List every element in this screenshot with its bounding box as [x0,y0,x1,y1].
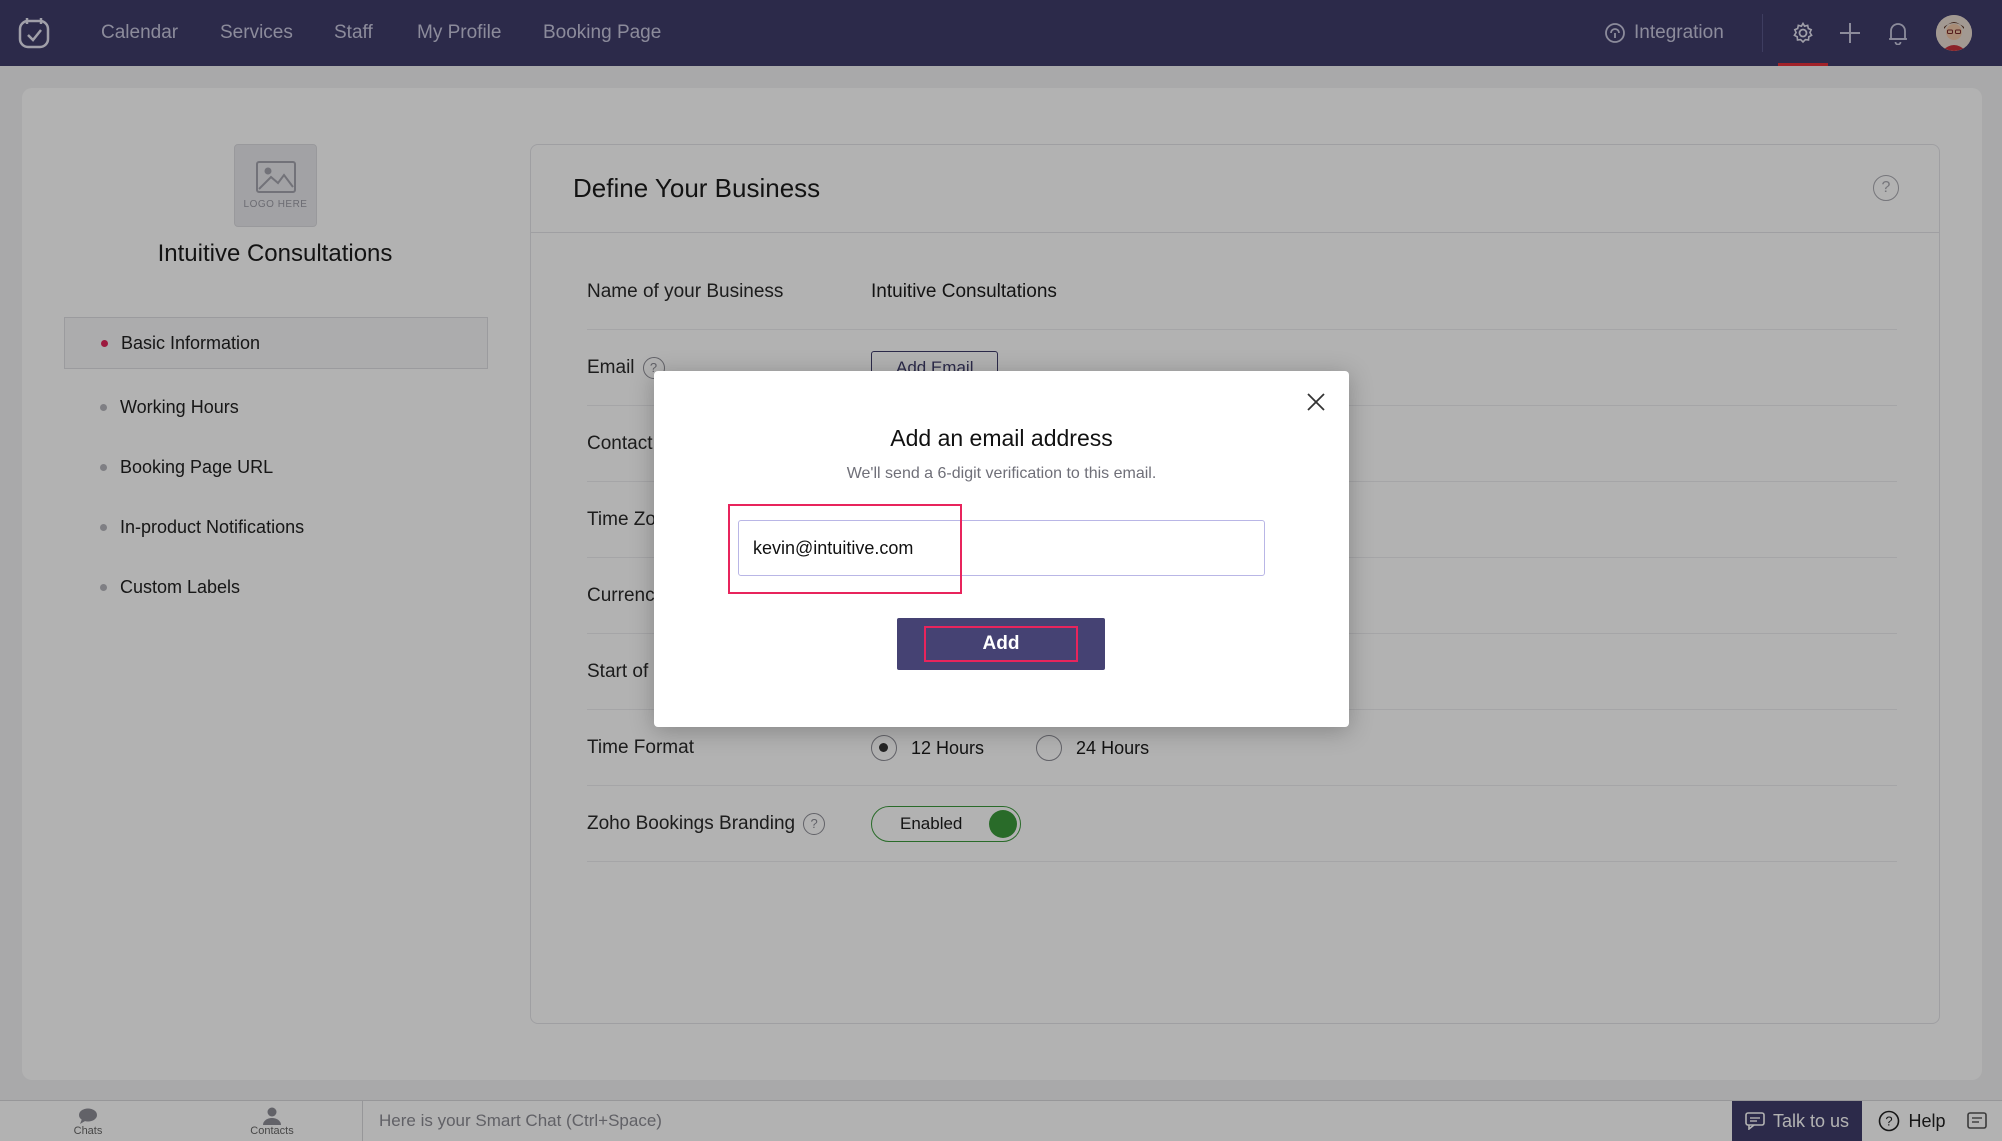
email-input[interactable] [738,520,1265,576]
add-email-dialog: Add an email address We'll send a 6-digi… [654,371,1349,727]
dialog-subtitle: We'll send a 6-digit verification to thi… [846,465,1157,482]
add-button[interactable]: Add [897,618,1105,670]
close-icon [1307,393,1325,411]
dialog-title: Add an email address [890,425,1113,451]
close-button[interactable] [1301,387,1331,417]
